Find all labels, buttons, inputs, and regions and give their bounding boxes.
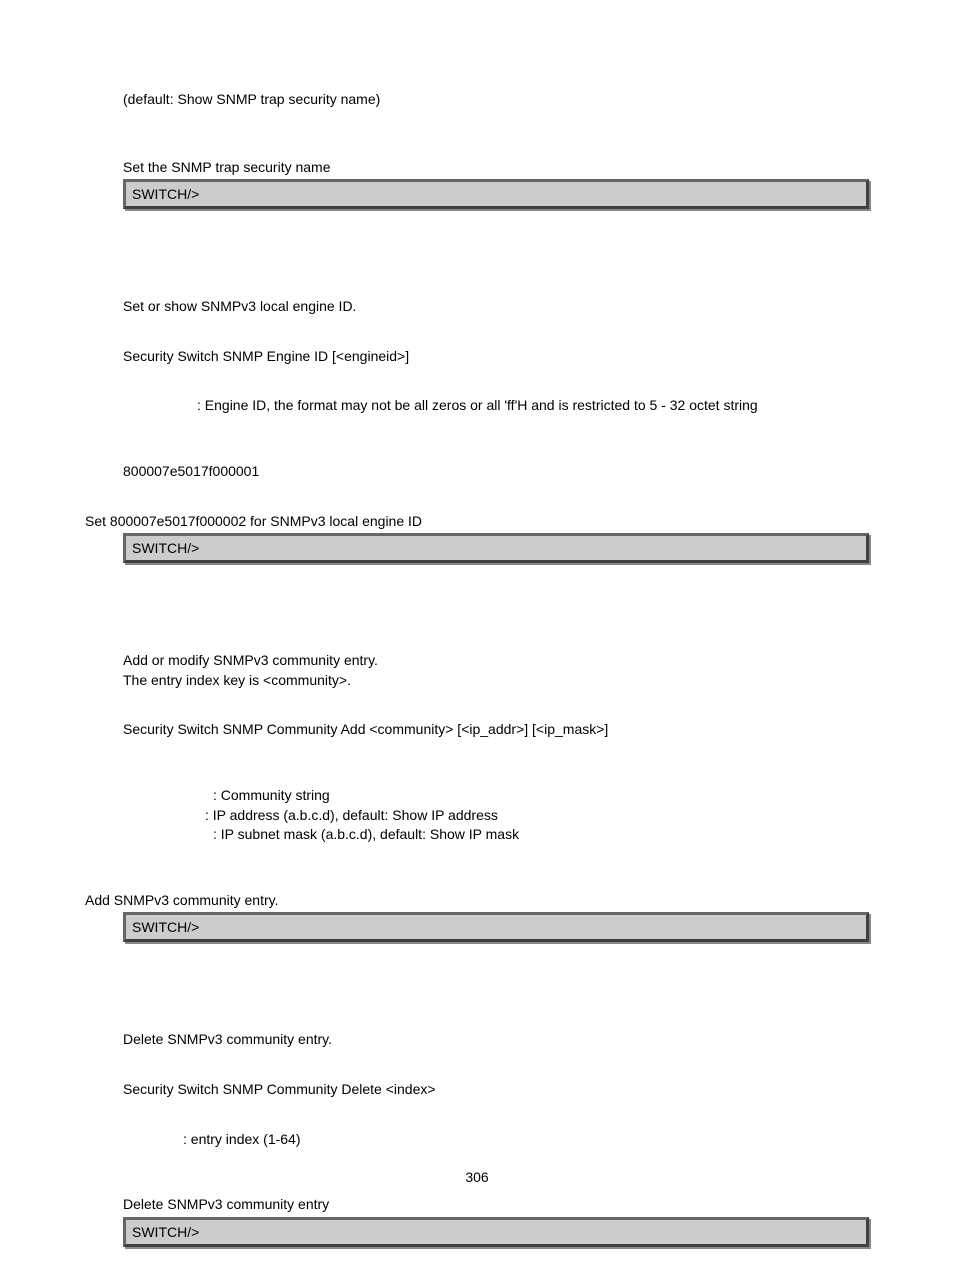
default-text: (default: Show SNMP trap security name) xyxy=(85,90,869,110)
code-block: SWITCH/> xyxy=(123,179,869,209)
description-text: Add or modify SNMPv3 community entry. xyxy=(85,651,869,671)
description-text: Delete SNMPv3 community entry. xyxy=(85,1030,869,1050)
parameter-text: : IP address (a.b.c.d), default: Show IP… xyxy=(85,806,869,826)
code-block: SWITCH/> xyxy=(123,912,869,942)
syntax-text: Security Switch SNMP Engine ID [<enginei… xyxy=(85,347,869,367)
syntax-text: Security Switch SNMP Community Delete <i… xyxy=(85,1080,869,1100)
action-text: Set 800007e5017f000002 for SNMPv3 local … xyxy=(85,512,869,532)
parameter-text: : Community string xyxy=(85,786,869,806)
default-text: 800007e5017f000001 xyxy=(85,462,869,482)
parameter-text: : Engine ID, the format may not be all z… xyxy=(85,396,869,416)
page-number: 306 xyxy=(0,1169,954,1185)
document-page: (default: Show SNMP trap security name) … xyxy=(0,0,954,1287)
description-text: The entry index key is <community>. xyxy=(85,671,869,691)
parameter-text: : entry index (1-64) xyxy=(85,1130,869,1150)
action-text: Delete SNMPv3 community entry xyxy=(85,1195,869,1215)
description-text: Set or show SNMPv3 local engine ID. xyxy=(85,297,869,317)
action-text: Add SNMPv3 community entry. xyxy=(85,891,869,911)
action-text: Set the SNMP trap security name xyxy=(85,158,869,178)
code-block: SWITCH/> xyxy=(123,533,869,563)
parameter-text: : IP subnet mask (a.b.c.d), default: Sho… xyxy=(85,825,869,845)
syntax-text: Security Switch SNMP Community Add <comm… xyxy=(85,720,869,740)
code-block: SWITCH/> xyxy=(123,1217,869,1247)
